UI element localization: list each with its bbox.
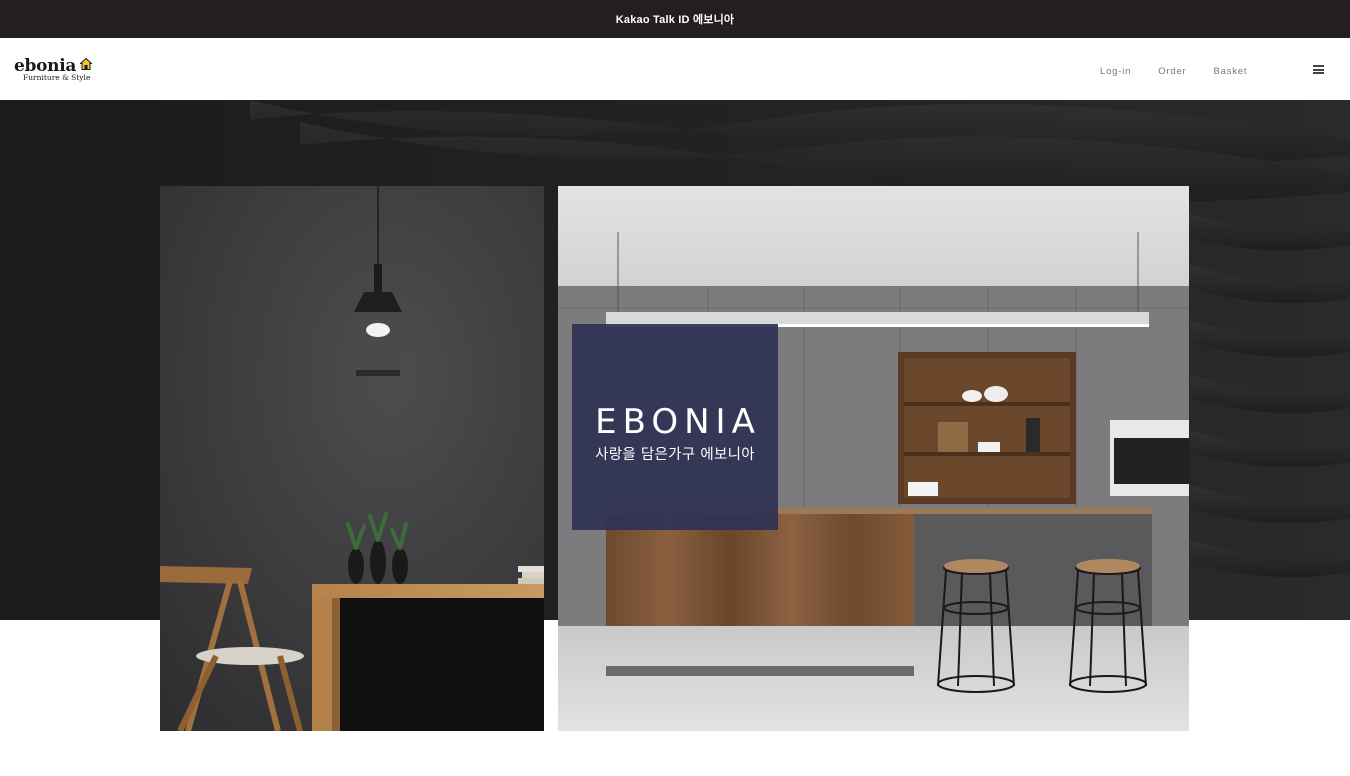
brand-subtitle: 사랑을 담은가구 에보니아	[595, 447, 755, 463]
logo-tagline: Furniture & Style	[23, 73, 91, 82]
dining-room-image	[160, 186, 544, 731]
site-logo[interactable]: ebonia Furniture & Style	[14, 56, 98, 84]
nav-login-link[interactable]: Log-in	[1100, 66, 1131, 77]
site-header: ebonia Furniture & Style Log-in Order Ba…	[0, 38, 1350, 100]
brand-overlay: EBONIA 사랑을 담은가구 에보니아	[572, 324, 778, 530]
announcement-text: Kakao Talk ID 에보니아	[615, 14, 735, 26]
announcement-bar: Kakao Talk ID 에보니아	[0, 0, 1350, 38]
house-icon	[80, 58, 92, 70]
nav-basket-link[interactable]: Basket	[1214, 66, 1248, 77]
top-nav: Log-in Order Basket	[1100, 38, 1274, 100]
nav-order-link[interactable]: Order	[1158, 66, 1186, 77]
brand-title: EBONIA	[595, 402, 761, 442]
hamburger-menu-icon[interactable]	[1313, 65, 1324, 74]
